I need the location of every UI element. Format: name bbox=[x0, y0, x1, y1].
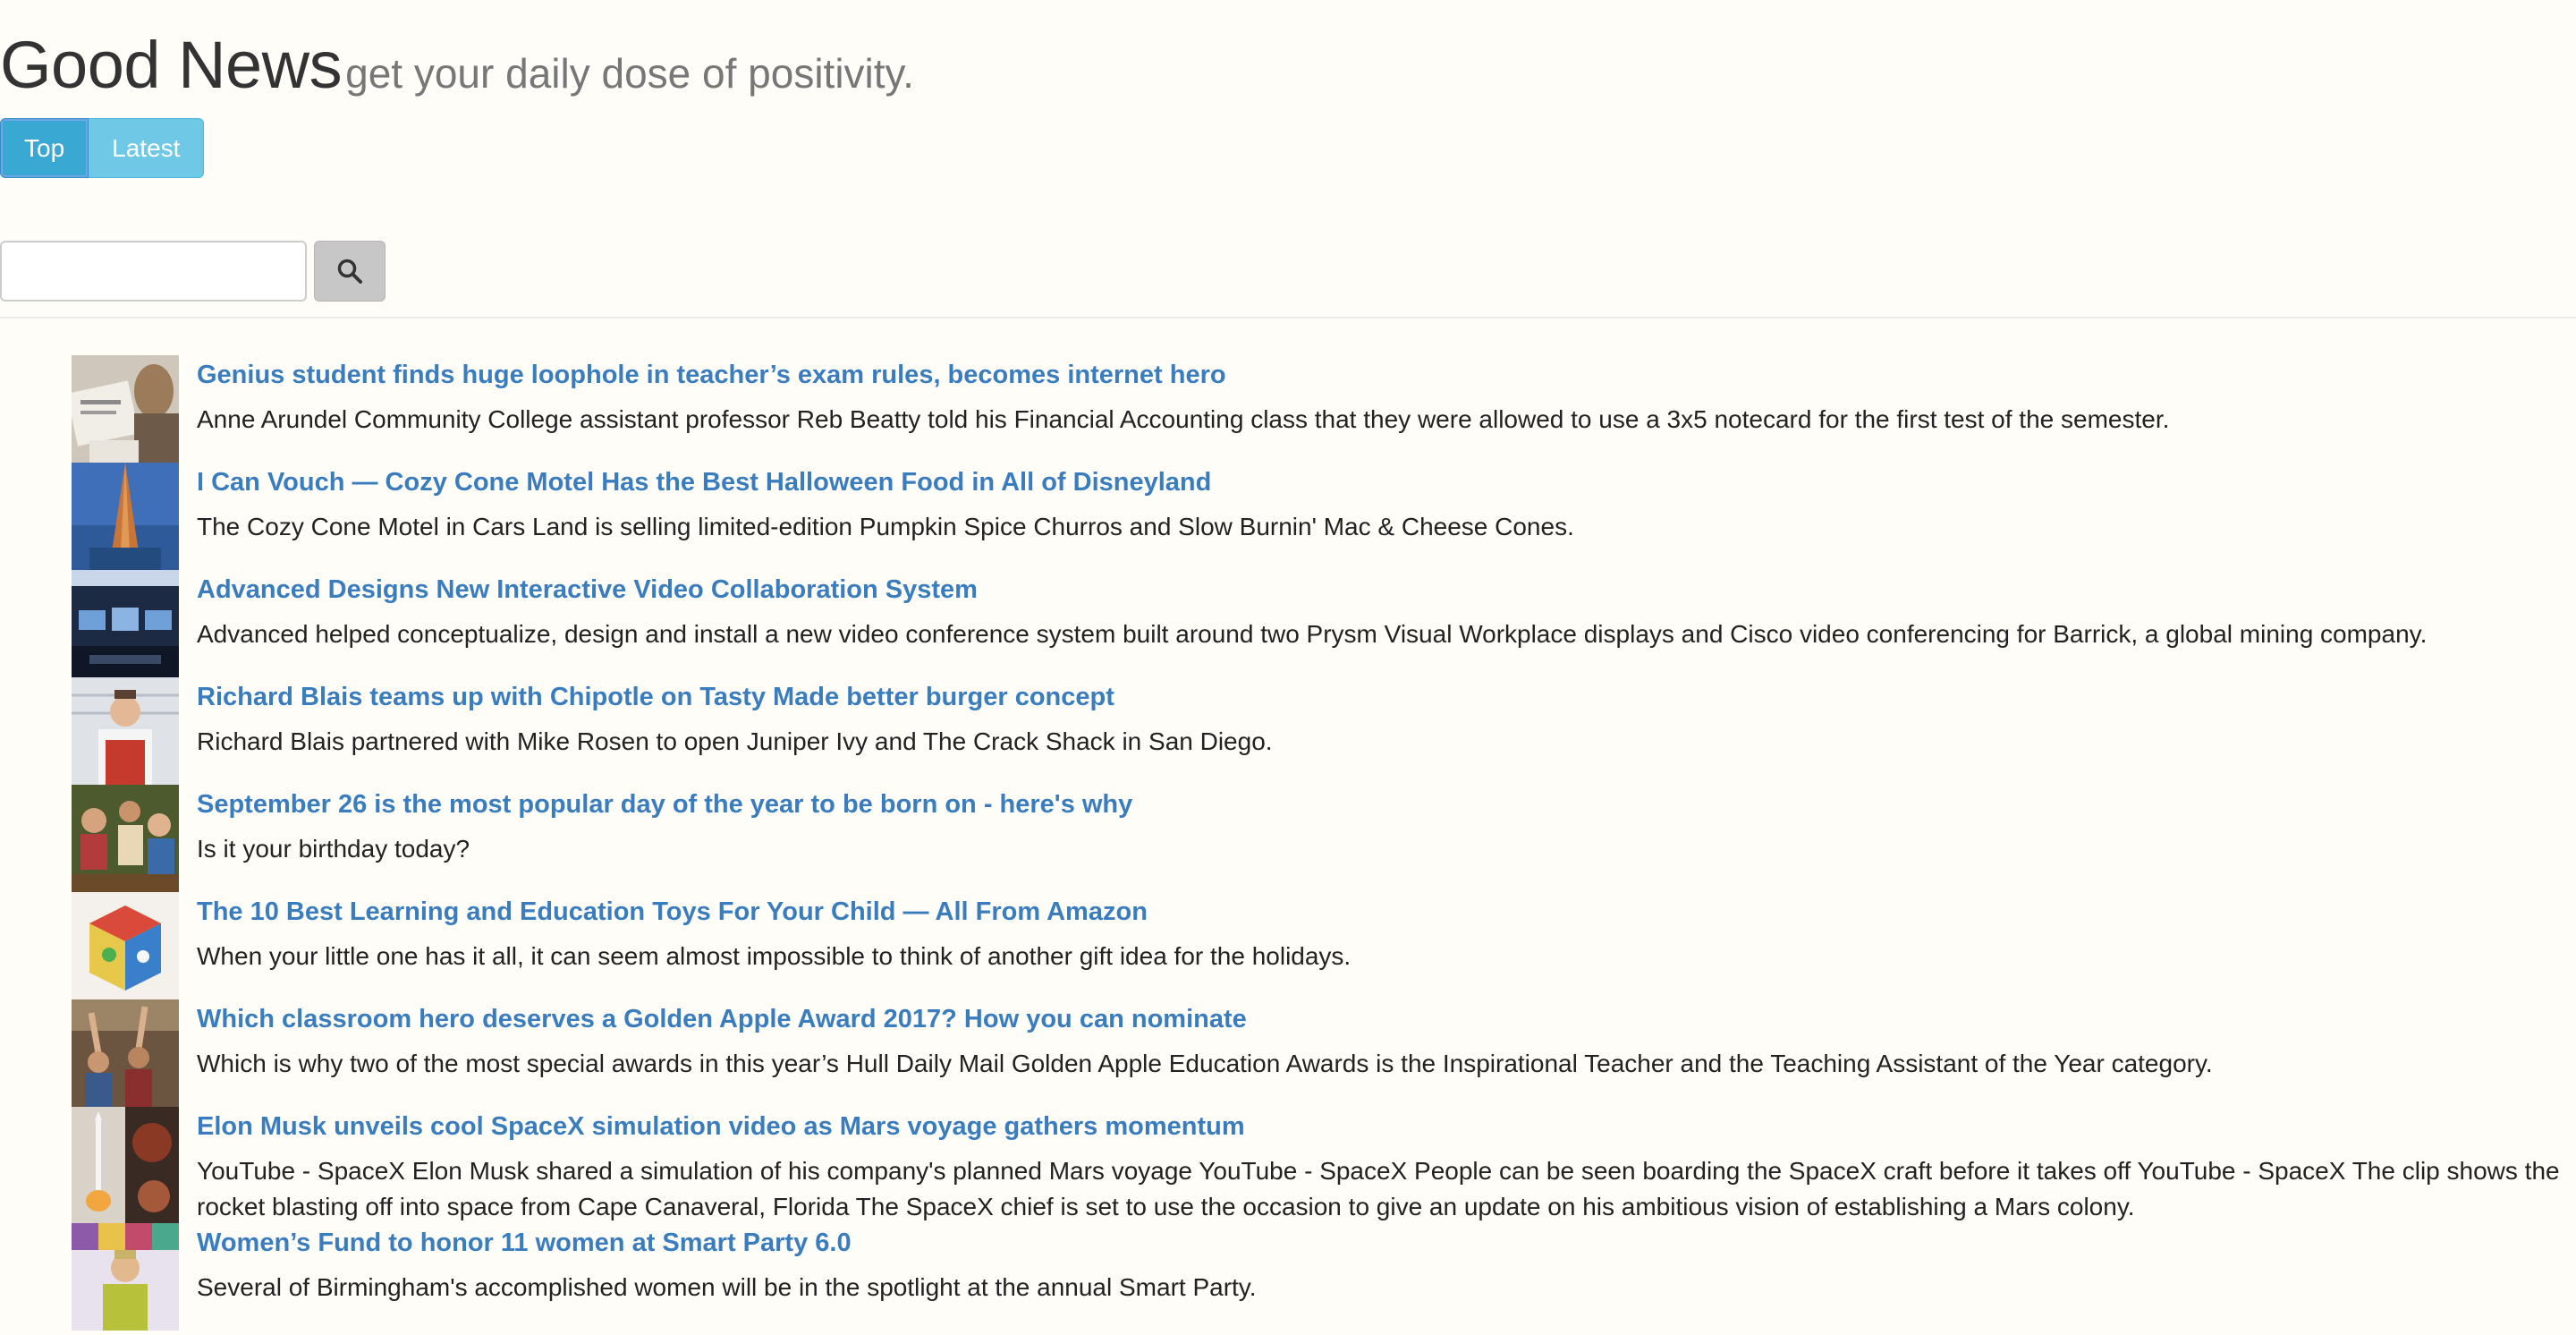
tab-latest[interactable]: Latest bbox=[89, 118, 205, 178]
article-summary: The Cozy Cone Motel in Cars Land is sell… bbox=[197, 513, 1574, 540]
list-item: Elon Musk unveils cool SpaceX simulation… bbox=[72, 1107, 2576, 1223]
article-headline[interactable]: September 26 is the most popular day of … bbox=[197, 787, 1132, 822]
article-thumbnail[interactable] bbox=[72, 1107, 179, 1223]
search-icon bbox=[337, 259, 362, 284]
article-list: Genius student finds huge loophole in te… bbox=[72, 355, 2576, 1331]
search-input[interactable] bbox=[0, 241, 307, 302]
article-thumbnail[interactable] bbox=[72, 1223, 179, 1331]
article-summary: Which is why two of the most special awa… bbox=[197, 1050, 2213, 1077]
list-item: Richard Blais teams up with Chipotle on … bbox=[72, 677, 2576, 785]
article-headline[interactable]: Genius student finds huge loophole in te… bbox=[197, 357, 2169, 393]
list-item: Which classroom hero deserves a Golden A… bbox=[72, 999, 2576, 1107]
list-item: Women’s Fund to honor 11 women at Smart … bbox=[72, 1223, 2576, 1331]
article-summary: Advanced helped conceptualize, design an… bbox=[197, 620, 2428, 648]
article-headline[interactable]: Elon Musk unveils cool SpaceX simulation… bbox=[197, 1109, 2576, 1144]
article-summary: YouTube - SpaceX Elon Musk shared a simu… bbox=[197, 1157, 2560, 1220]
search-bar bbox=[0, 241, 386, 302]
article-thumbnail[interactable] bbox=[72, 892, 179, 999]
site-title: Good News bbox=[0, 28, 343, 102]
article-thumbnail[interactable] bbox=[72, 785, 179, 892]
page-header: Good News get your daily dose of positiv… bbox=[0, 25, 914, 106]
search-button[interactable] bbox=[314, 241, 386, 302]
article-summary: Richard Blais partnered with Mike Rosen … bbox=[197, 727, 1273, 755]
list-item: Genius student finds huge loophole in te… bbox=[72, 355, 2576, 463]
tab-top[interactable]: Top bbox=[0, 118, 89, 178]
article-summary: Anne Arundel Community College assistant… bbox=[197, 405, 2170, 433]
article-headline[interactable]: The 10 Best Learning and Education Toys … bbox=[197, 894, 1351, 930]
list-item: The 10 Best Learning and Education Toys … bbox=[72, 892, 2576, 999]
article-headline[interactable]: I Can Vouch — Cozy Cone Motel Has the Be… bbox=[197, 464, 1574, 500]
article-summary: Several of Birmingham's accomplished wom… bbox=[197, 1273, 1257, 1301]
article-headline[interactable]: Women’s Fund to honor 11 women at Smart … bbox=[197, 1225, 1257, 1261]
feed-tabs: Top Latest bbox=[0, 118, 205, 178]
article-thumbnail[interactable] bbox=[72, 463, 179, 570]
list-item: I Can Vouch — Cozy Cone Motel Has the Be… bbox=[72, 463, 2576, 570]
divider bbox=[0, 317, 2576, 319]
article-summary: Is it your birthday today? bbox=[197, 835, 470, 863]
article-thumbnail[interactable] bbox=[72, 570, 179, 677]
list-item: September 26 is the most popular day of … bbox=[72, 785, 2576, 892]
article-thumbnail[interactable] bbox=[72, 355, 179, 463]
list-item: Advanced Designs New Interactive Video C… bbox=[72, 570, 2576, 677]
article-headline[interactable]: Richard Blais teams up with Chipotle on … bbox=[197, 679, 1273, 715]
article-summary: When your little one has it all, it can … bbox=[197, 942, 1352, 970]
article-thumbnail[interactable] bbox=[72, 999, 179, 1107]
article-headline[interactable]: Which classroom hero deserves a Golden A… bbox=[197, 1001, 2213, 1037]
site-tagline: get your daily dose of positivity. bbox=[345, 50, 914, 97]
article-thumbnail[interactable] bbox=[72, 677, 179, 785]
article-headline[interactable]: Advanced Designs New Interactive Video C… bbox=[197, 572, 2427, 608]
